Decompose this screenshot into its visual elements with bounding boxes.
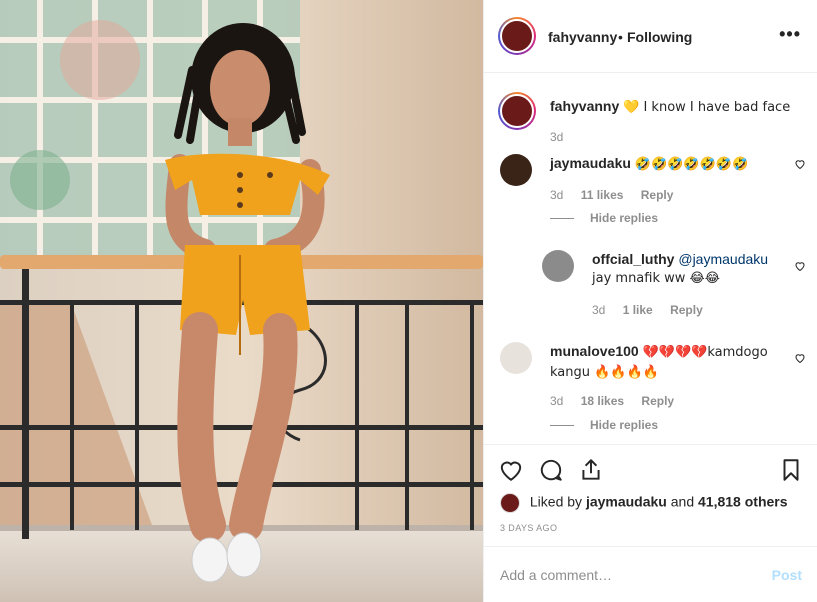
reply-text: jay mnafik ww 😂😂	[592, 271, 720, 286]
comment-time: 3d	[550, 394, 564, 408]
comment-likes[interactable]: 11 likes	[581, 188, 624, 202]
likes-others[interactable]: 41,818 others	[698, 494, 788, 510]
post-photo[interactable]	[0, 0, 483, 602]
likes-and: and	[670, 493, 695, 510]
comment-username[interactable]: jaymaudaku	[550, 155, 631, 171]
reply-reply-button[interactable]: Reply	[670, 303, 703, 317]
comment-like-icon[interactable]	[794, 352, 806, 364]
add-comment-bar: Add a comment… Post	[484, 546, 817, 602]
commenter-avatar[interactable]	[500, 342, 532, 374]
heart-icon[interactable]	[498, 457, 524, 483]
more-options-icon[interactable]: •••	[779, 24, 801, 45]
hide-replies-button[interactable]: Hide replies	[550, 418, 658, 432]
likes-summary[interactable]: Liked by jaymaudaku and 41,818 others	[500, 493, 788, 513]
comment-text-continued: kangu 🔥🔥🔥🔥	[550, 365, 659, 380]
reply-time: 3d	[592, 303, 606, 317]
comment-text: 🤣🤣🤣🤣🤣🤣🤣	[634, 157, 749, 172]
post-button[interactable]: Post	[772, 567, 802, 583]
commenter-avatar[interactable]	[500, 154, 532, 186]
comments-list[interactable]: fahyvanny 💛 I know I have bad face 3d ja…	[484, 74, 817, 444]
comment-time: 3d	[550, 188, 564, 202]
replier-avatar[interactable]	[542, 250, 574, 282]
comment-input[interactable]: Add a comment…	[500, 567, 612, 583]
likes-prefix: Liked by	[529, 493, 583, 510]
caption-time: 3d	[550, 130, 564, 144]
comment-username[interactable]: munalove100	[550, 343, 639, 359]
caption-meta: 3d	[550, 130, 577, 144]
caption-text: 💛 I know I have bad face	[623, 100, 791, 115]
post-panel: fahyvanny • Following ••• fahyvanny 💛 I …	[483, 0, 817, 602]
hide-replies-label: Hide replies	[590, 211, 659, 225]
post-header: fahyvanny • Following •••	[484, 0, 817, 73]
caption-avatar[interactable]	[498, 92, 536, 130]
liker-username[interactable]: jaymaudaku	[586, 494, 667, 510]
divider-line	[550, 218, 574, 220]
liker-avatar	[500, 493, 520, 513]
comment-likes[interactable]: 18 likes	[581, 394, 624, 408]
comment-like-icon[interactable]	[794, 158, 806, 170]
reply-like-icon[interactable]	[794, 260, 806, 272]
share-icon[interactable]	[578, 457, 604, 483]
caption-username[interactable]: fahyvanny	[550, 98, 619, 114]
bookmark-icon[interactable]	[778, 457, 804, 483]
author-username[interactable]: fahyvanny	[548, 29, 617, 45]
post-timestamp[interactable]: 3 DAYS AGO	[500, 523, 557, 533]
reply-likes[interactable]: 1 like	[623, 303, 653, 317]
reply-mention[interactable]: @jaymaudaku	[678, 251, 768, 267]
comment-icon[interactable]	[538, 457, 564, 483]
hide-replies-button[interactable]: Hide replies	[550, 211, 658, 225]
separator-dot: •	[618, 29, 623, 45]
reply-username[interactable]: offcial_luthy	[592, 251, 674, 267]
photo-illustration	[0, 0, 483, 602]
author-avatar[interactable]	[498, 17, 536, 55]
post-actions: Liked by jaymaudaku and 41,818 others 3 …	[484, 444, 817, 544]
comment-text: 💔💔💔💔kamdogo	[642, 345, 768, 360]
hide-replies-label: Hide replies	[590, 418, 659, 432]
divider-line	[550, 425, 574, 427]
following-button[interactable]: Following	[627, 29, 692, 45]
reply-button[interactable]: Reply	[641, 188, 674, 202]
reply-button[interactable]: Reply	[641, 394, 674, 408]
